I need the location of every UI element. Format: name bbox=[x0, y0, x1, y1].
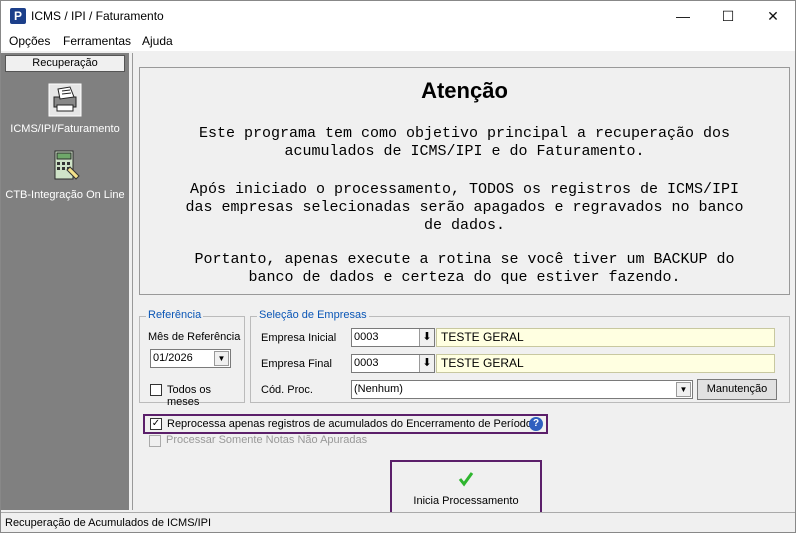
download-arrow-icon[interactable]: ⬇ bbox=[419, 355, 434, 372]
mes-referencia-label: Mês de Referência bbox=[148, 331, 241, 343]
menu-opcoes[interactable]: Opções bbox=[9, 34, 50, 48]
sidebar-item-icms[interactable]: ICMS/IPI/Faturamento bbox=[1, 83, 129, 135]
reprocessa-checkbox[interactable]: ✓ bbox=[150, 418, 162, 430]
printer-icon bbox=[48, 83, 82, 117]
menu-ferramentas[interactable]: Ferramentas bbox=[63, 34, 131, 48]
empresa-final-name: TESTE GERAL bbox=[436, 354, 775, 373]
reprocessa-label: Reprocessa apenas registros de acumulado… bbox=[167, 418, 533, 430]
todos-meses-label: Todos os meses bbox=[167, 384, 212, 408]
close-button[interactable]: ✕ bbox=[750, 1, 796, 31]
menu-bar: Opções Ferramentas Ajuda bbox=[1, 31, 795, 51]
todos-meses-checkbox[interactable] bbox=[150, 384, 162, 396]
somente-notas-checkbox[interactable] bbox=[149, 435, 161, 447]
empresa-inicial-input[interactable]: 0003 ⬇ bbox=[351, 328, 435, 347]
maximize-button[interactable]: ☐ bbox=[705, 1, 751, 31]
cod-proc-value: (Nenhum) bbox=[354, 383, 403, 395]
attention-title: Atenção bbox=[421, 78, 508, 103]
chevron-down-icon[interactable]: ▼ bbox=[214, 351, 229, 366]
calculator-icon bbox=[54, 150, 80, 180]
attention-panel: Atenção Este programa tem como objetivo … bbox=[139, 67, 790, 295]
window-title: ICMS / IPI / Faturamento bbox=[31, 9, 164, 23]
referencia-legend: Referência bbox=[146, 309, 204, 321]
empresa-inicial-label: Empresa Inicial bbox=[261, 332, 337, 344]
reprocessa-option[interactable]: ✓ Reprocessa apenas registros de acumula… bbox=[143, 414, 548, 434]
sidebar-item-ctb[interactable]: CTB-Integração On Line bbox=[1, 149, 129, 201]
attention-paragraph-3: Portanto, apenas execute a rotina se voc… bbox=[194, 251, 735, 286]
sidebar-item-label: CTB-Integração On Line bbox=[5, 189, 125, 201]
chevron-down-icon[interactable]: ▼ bbox=[676, 382, 691, 397]
inicia-processamento-label: Inicia Processamento bbox=[413, 495, 519, 507]
empresas-group: Seleção de Empresas Empresa Inicial 0003… bbox=[250, 309, 790, 403]
checkmark-icon bbox=[458, 472, 474, 487]
sidebar-header[interactable]: Recuperação bbox=[5, 55, 125, 72]
main-panel: Atenção Este programa tem como objetivo … bbox=[132, 53, 795, 514]
cod-proc-label: Cód. Proc. bbox=[261, 384, 313, 396]
download-arrow-icon[interactable]: ⬇ bbox=[419, 329, 434, 346]
title-bar: P ICMS / IPI / Faturamento — ☐ ✕ bbox=[1, 1, 795, 31]
minimize-button[interactable]: — bbox=[660, 1, 706, 31]
sidebar-item-label: ICMS/IPI/Faturamento bbox=[10, 123, 120, 135]
empresa-inicial-name: TESTE GERAL bbox=[436, 328, 775, 347]
help-icon[interactable]: ? bbox=[529, 417, 543, 431]
app-logo-icon: P bbox=[10, 8, 26, 24]
mes-referencia-select[interactable]: 01/2026 ▼ bbox=[150, 349, 231, 368]
somente-notas-label: Processar Somente Notas Não Apuradas bbox=[166, 434, 368, 446]
main-window: P ICMS / IPI / Faturamento — ☐ ✕ Opções … bbox=[0, 0, 796, 533]
sidebar: Recuperação ICMS/IPI/Faturamento CTB-Int… bbox=[1, 53, 129, 510]
status-bar: Recuperação de Acumulados de ICMS/IPI bbox=[1, 512, 795, 532]
empresa-final-label: Empresa Final bbox=[261, 358, 332, 370]
mes-referencia-value: 01/2026 bbox=[153, 352, 193, 364]
empresas-legend: Seleção de Empresas bbox=[257, 309, 369, 321]
manutencao-button[interactable]: Manutenção bbox=[697, 379, 777, 400]
referencia-group: Referência Mês de Referência 01/2026 ▼ T… bbox=[139, 309, 245, 408]
attention-paragraph-1: Este programa tem como objetivo principa… bbox=[198, 125, 731, 160]
inicia-processamento-button[interactable]: Inicia Processamento bbox=[390, 460, 542, 514]
empresa-final-code: 0003 bbox=[354, 357, 379, 369]
empresa-final-input[interactable]: 0003 ⬇ bbox=[351, 354, 435, 373]
menu-ajuda[interactable]: Ajuda bbox=[142, 34, 173, 48]
cod-proc-select[interactable]: (Nenhum) ▼ bbox=[351, 380, 693, 399]
empresa-inicial-code: 0003 bbox=[354, 331, 379, 343]
attention-paragraph-2: Após iniciado o processamento, TODOS os … bbox=[185, 181, 744, 234]
